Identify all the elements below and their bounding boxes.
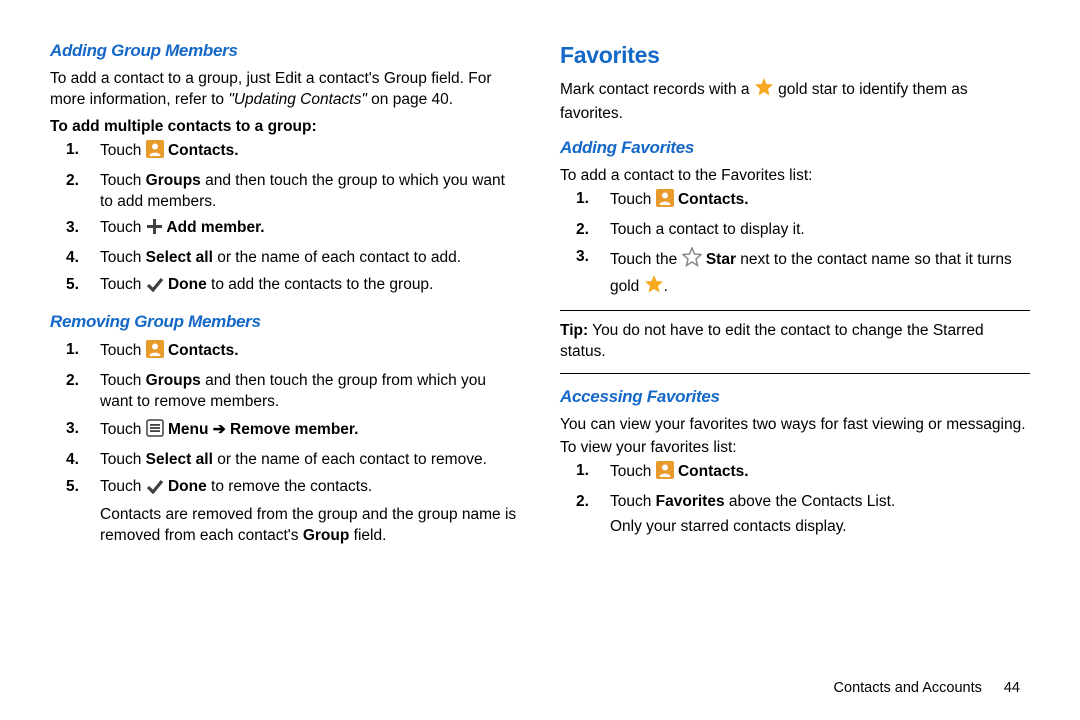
left-column: Adding Group Members To add a contact to…	[50, 40, 520, 680]
menu-icon	[146, 419, 164, 444]
steps-add-members: 1. Touch Contacts. 2. Touch Groups and t…	[50, 140, 520, 300]
step: 5. Touch Done to remove the contacts.	[100, 477, 520, 501]
step: 1. Touch Contacts.	[100, 140, 520, 165]
paragraph: Mark contact records with a gold star to…	[560, 77, 1030, 125]
subheading-bold: To add multiple contacts to a group:	[50, 117, 520, 138]
step: 3. Touch Menu ➔ Remove member.	[100, 419, 520, 444]
heading-favorites: Favorites	[560, 40, 1030, 71]
right-column: Favorites Mark contact records with a go…	[560, 40, 1030, 680]
step: 3. Touch the Star next to the contact na…	[610, 247, 1030, 301]
star-outline-icon	[682, 247, 702, 274]
separator	[560, 373, 1030, 374]
check-icon	[146, 276, 164, 299]
plus-icon	[146, 218, 163, 242]
heading-adding-favorites: Adding Favorites	[560, 137, 1030, 160]
step: 4. Touch Select all or the name of each …	[100, 248, 520, 269]
heading-adding-group-members: Adding Group Members	[50, 40, 520, 63]
paragraph: Only your starred contacts display.	[610, 517, 1030, 538]
step: 2. Touch Groups and then touch the group…	[100, 171, 520, 213]
step: 2. Touch a contact to display it.	[610, 220, 1030, 241]
steps-view-favorites: 1. Touch Contacts. 2. Touch Favorites ab…	[560, 461, 1030, 513]
contacts-icon	[146, 340, 164, 365]
star-gold-icon	[754, 77, 774, 104]
contacts-icon	[656, 461, 674, 486]
paragraph: To add a contact to the Favorites list:	[560, 166, 1030, 187]
steps-remove-members: 1. Touch Contacts. 2. Touch Groups and t…	[50, 340, 520, 501]
page: Adding Group Members To add a contact to…	[0, 0, 1080, 680]
page-footer: Contacts and Accounts 44	[0, 680, 1080, 696]
tip: Tip: You do not have to edit the contact…	[560, 321, 1030, 363]
step: 1. Touch Contacts.	[610, 461, 1030, 486]
contacts-icon	[146, 140, 164, 165]
footer-section: Contacts and Accounts	[834, 680, 982, 696]
separator	[560, 310, 1030, 311]
step: 3. Touch Add member.	[100, 218, 520, 242]
heading-accessing-favorites: Accessing Favorites	[560, 386, 1030, 409]
step: 2. Touch Groups and then touch the group…	[100, 371, 520, 413]
paragraph: You can view your favorites two ways for…	[560, 415, 1030, 436]
step: 2. Touch Favorites above the Contacts Li…	[610, 492, 1030, 513]
heading-removing-group-members: Removing Group Members	[50, 311, 520, 334]
step: 5. Touch Done to add the contacts to the…	[100, 275, 520, 299]
paragraph: To view your favorites list:	[560, 438, 1030, 459]
star-gold-icon	[644, 274, 664, 301]
step: 1. Touch Contacts.	[100, 340, 520, 365]
footer-page-number: 44	[1004, 680, 1020, 696]
paragraph: To add a contact to a group, just Edit a…	[50, 69, 520, 111]
check-icon	[146, 478, 164, 501]
contacts-icon	[656, 189, 674, 214]
step: 1. Touch Contacts.	[610, 189, 1030, 214]
steps-add-favorites: 1. Touch Contacts. 2. Touch a contact to…	[560, 189, 1030, 301]
paragraph: Contacts are removed from the group and …	[100, 505, 520, 547]
step: 4. Touch Select all or the name of each …	[100, 450, 520, 471]
